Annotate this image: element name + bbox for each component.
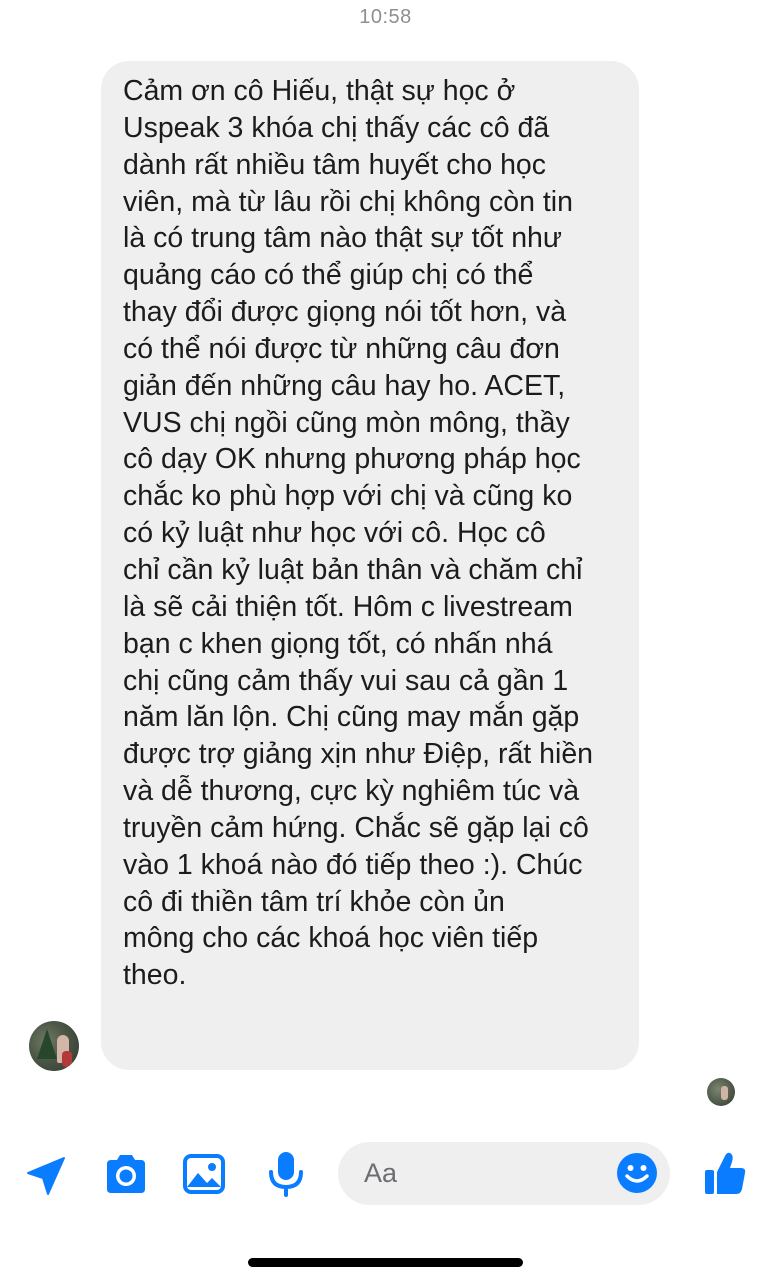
emoji-icon[interactable]	[616, 1152, 658, 1194]
message-text-line: có thể nói được từ những câu đơn	[123, 332, 560, 365]
message-text-line: dành rất nhiều tâm huyết cho học	[123, 148, 547, 181]
message-text-line: mông cho các khoá học viên tiếp	[123, 922, 539, 955]
message-text-line: cô dạy OK nhưng phương pháp học	[123, 443, 581, 476]
camera-icon[interactable]	[103, 1153, 149, 1195]
avatar-photo-tree	[37, 1029, 57, 1059]
message-text-line: có kỷ luật như học với cô. Học cô	[123, 517, 546, 550]
seen-avatar-figure	[721, 1086, 728, 1100]
message-text-line: năm lăn lộn. Chị cũng may mắn gặp	[123, 701, 580, 734]
message-text-line: là có trung tâm nào thật sự tốt như	[123, 222, 562, 255]
image-icon[interactable]	[182, 1153, 226, 1195]
message-text-line: và dễ thương, cực kỳ nghiêm túc và	[123, 775, 580, 808]
message-text-line: vào 1 khoá nào đó tiếp theo :). Chúc	[123, 848, 583, 881]
message-text-line: Uspeak 3 khóa chị thấy các cô đã	[123, 111, 550, 144]
message-text-line: là sẽ cải thiện tốt. Hôm c livestream	[123, 590, 573, 623]
received-message-bubble[interactable]: Cảm ơn cô Hiếu, thật sự học ở Uspeak 3 k…	[101, 61, 639, 1070]
location-arrow-icon[interactable]	[24, 1154, 68, 1198]
home-indicator[interactable]	[248, 1258, 523, 1267]
message-text-line: VUS chị ngồi cũng mòn mông, thầy	[123, 406, 570, 439]
message-text-line: truyền cảm hứng. Chắc sẽ gặp lại cô	[123, 811, 589, 844]
message-text-line: quảng cáo có thể giúp chị có thể	[123, 259, 534, 292]
message-text-line: chắc ko phù hợp với chị và cũng ko	[123, 480, 573, 513]
message-text-line: thay đổi được giọng nói tốt hơn, và	[123, 296, 567, 329]
message-text-line: bạn c khen giọng tốt, có nhấn nhá	[123, 627, 553, 660]
message-timestamp: 10:58	[359, 6, 412, 28]
avatar-photo-person-small	[62, 1051, 72, 1067]
message-text-line: chỉ cần kỷ luật bản thân và chăm chỉ	[123, 553, 583, 586]
message-text-line: Cảm ơn cô Hiếu, thật sự học ở	[123, 75, 516, 107]
sender-avatar[interactable]	[29, 1021, 79, 1071]
message-text-line: được trợ giảng xịn như Điệp, rất hiền	[123, 738, 594, 771]
message-text-line: chị cũng cảm thấy vui sau cả gần 1	[123, 664, 569, 697]
microphone-icon[interactable]	[266, 1150, 306, 1198]
message-text-line: theo.	[123, 959, 187, 992]
message-text-line: viên, mà từ lâu rồi chị không còn tin	[123, 185, 573, 218]
message-text-line: cô đi thiền tâm trí khỏe còn ủn	[123, 885, 505, 918]
message-text-line: giản đến những câu hay ho. ACET,	[123, 369, 566, 402]
thumbs-up-icon[interactable]	[703, 1150, 747, 1196]
seen-receipt-avatar	[707, 1078, 735, 1106]
message-input-placeholder: Aa	[364, 1158, 398, 1188]
message-input[interactable]: Aa	[338, 1142, 670, 1205]
